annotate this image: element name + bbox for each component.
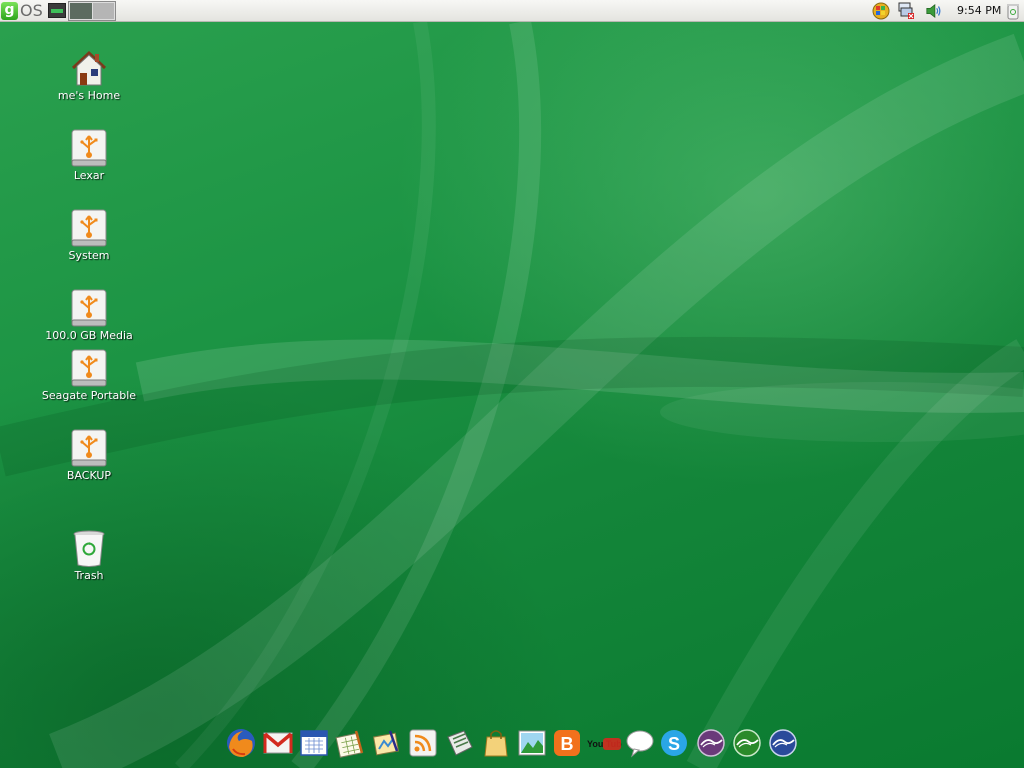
- desktop-icon-backup[interactable]: BACKUP: [34, 428, 144, 482]
- spreadsheet-icon[interactable]: [334, 727, 366, 759]
- workspace-switcher[interactable]: [68, 1, 116, 21]
- usb-drive-icon: [71, 349, 107, 387]
- desktop-wallpaper: [0, 22, 1024, 768]
- desktop-icon-label: System: [68, 249, 110, 262]
- gmail-icon[interactable]: [262, 727, 294, 759]
- usb-drive-icon: [71, 129, 107, 167]
- desktop-icon-label: Seagate Portable: [41, 389, 137, 402]
- desktop-icon-label: Trash: [74, 569, 104, 582]
- rss-reader-icon[interactable]: [407, 727, 439, 759]
- youtube-icon[interactable]: You Tube: [586, 727, 622, 759]
- skype-icon[interactable]: S: [658, 727, 690, 759]
- home-icon: [71, 50, 107, 86]
- usb-drive-icon: [71, 289, 107, 327]
- openoffice-calc-icon[interactable]: [731, 727, 763, 759]
- show-desktop-button[interactable]: [48, 3, 66, 18]
- trash-icon: [73, 530, 105, 567]
- chat-bubble-icon[interactable]: [624, 727, 656, 759]
- network-disconnected-icon[interactable]: [897, 2, 915, 20]
- gos-logo-g: g: [4, 2, 15, 18]
- calendar-icon[interactable]: [298, 727, 330, 759]
- blogger-icon[interactable]: B: [551, 727, 583, 759]
- usb-drive-icon: [71, 429, 107, 467]
- workspace-1[interactable]: [70, 3, 92, 19]
- workspace-2[interactable]: [93, 3, 114, 19]
- blogger-letter: B: [561, 734, 574, 754]
- desktop-icon-lexar[interactable]: Lexar: [34, 128, 144, 182]
- trash-applet-icon[interactable]: [1004, 2, 1022, 20]
- firefox-icon[interactable]: [225, 727, 257, 759]
- skype-letter: S: [668, 734, 680, 754]
- desktop-icon-trash[interactable]: Trash: [34, 528, 144, 582]
- dock: B You Tube S: [224, 727, 800, 763]
- desktop-icon-label: me's Home: [57, 89, 121, 102]
- top-panel: g OS 9:54 PM: [0, 0, 1024, 22]
- openoffice-icon[interactable]: [695, 727, 727, 759]
- usb-drive-icon: [71, 209, 107, 247]
- clock[interactable]: 9:54 PM: [957, 4, 1001, 17]
- desktop-icon-media[interactable]: 100.0 GB Media: [34, 288, 144, 342]
- desktop-icon-system[interactable]: System: [34, 208, 144, 262]
- photo-icon[interactable]: [516, 727, 548, 759]
- desktop-icon-home[interactable]: me's Home: [34, 48, 144, 102]
- openoffice-impress-icon[interactable]: [767, 727, 799, 759]
- desktop-icon-seagate[interactable]: Seagate Portable: [34, 348, 144, 402]
- desktop-icon-label: Lexar: [73, 169, 105, 182]
- presentation-icon[interactable]: [370, 727, 402, 759]
- gos-logo-text[interactable]: OS: [20, 1, 43, 21]
- update-manager-icon[interactable]: [872, 2, 890, 20]
- news-icon[interactable]: [444, 727, 476, 759]
- desktop-icon-label: 100.0 GB Media: [45, 329, 133, 342]
- shopping-bag-icon[interactable]: [480, 727, 512, 759]
- desktop-icon-label: BACKUP: [66, 469, 112, 482]
- volume-icon[interactable]: [925, 2, 943, 20]
- gos-menu-button[interactable]: g: [1, 2, 18, 20]
